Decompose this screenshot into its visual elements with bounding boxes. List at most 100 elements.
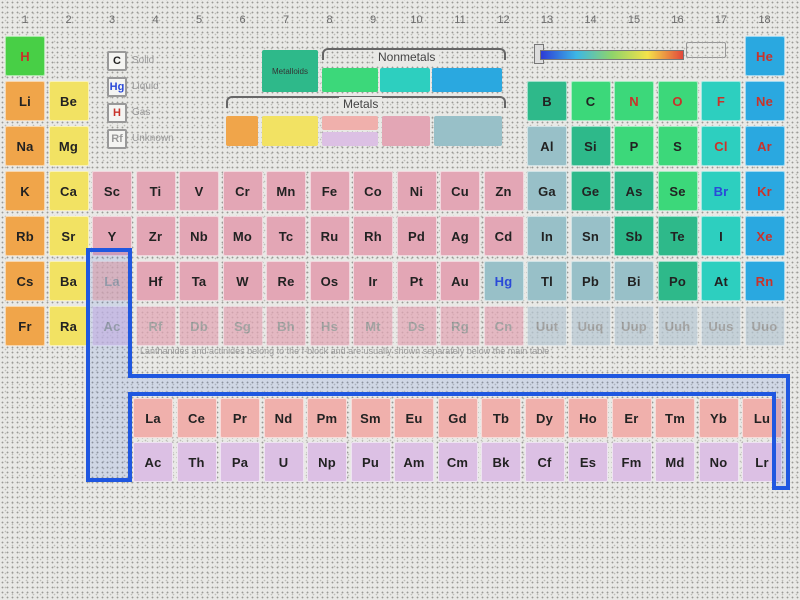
element-tc[interactable]: Tc xyxy=(266,216,306,256)
element-rf[interactable]: Rf xyxy=(135,306,176,346)
element-li[interactable]: Li xyxy=(5,81,45,121)
element-ru[interactable]: Ru xyxy=(309,216,350,256)
category-transition-metals[interactable] xyxy=(382,116,430,146)
element-n[interactable]: N xyxy=(614,81,654,121)
element-cs[interactable]: Cs xyxy=(5,261,45,301)
element-ir[interactable]: Ir xyxy=(353,261,393,301)
category-metalloids[interactable]: Metalloids xyxy=(262,50,318,92)
element-ti[interactable]: Ti xyxy=(135,171,176,211)
element-np[interactable]: Np xyxy=(307,442,347,482)
element-mt[interactable]: Mt xyxy=(353,306,393,346)
element-pr[interactable]: Pr xyxy=(220,398,260,438)
element-lr[interactable]: Lr xyxy=(742,442,782,482)
category-post-transition[interactable] xyxy=(434,116,502,146)
element-hs[interactable]: Hs xyxy=(309,306,350,346)
element-cl[interactable]: Cl xyxy=(701,126,741,166)
element-ce[interactable]: Ce xyxy=(176,398,217,438)
element-rh[interactable]: Rh xyxy=(353,216,393,256)
element-tb[interactable]: Tb xyxy=(481,398,521,438)
element-sc[interactable]: Sc xyxy=(92,171,132,211)
category-lanthanides[interactable] xyxy=(322,116,378,130)
element-ar[interactable]: Ar xyxy=(744,126,785,166)
element-pm[interactable]: Pm xyxy=(307,398,347,438)
element-th[interactable]: Th xyxy=(176,442,217,482)
element-sn[interactable]: Sn xyxy=(570,216,611,256)
category-halogens[interactable] xyxy=(380,68,430,92)
element-cf[interactable]: Cf xyxy=(524,442,565,482)
temperature-slider[interactable] xyxy=(540,50,684,60)
element-eu[interactable]: Eu xyxy=(394,398,434,438)
element-br[interactable]: Br xyxy=(701,171,741,211)
element-yb[interactable]: Yb xyxy=(698,398,739,438)
element-w[interactable]: W xyxy=(222,261,263,301)
element-uuo[interactable]: Uuo xyxy=(744,306,785,346)
element-es[interactable]: Es xyxy=(568,442,608,482)
category-other-nonmetals[interactable] xyxy=(322,68,378,92)
element-bk[interactable]: Bk xyxy=(481,442,521,482)
element-i[interactable]: I xyxy=(701,216,741,256)
element-ga[interactable]: Ga xyxy=(527,171,567,211)
element-md[interactable]: Md xyxy=(655,442,695,482)
element-si[interactable]: Si xyxy=(570,126,611,166)
element-ho[interactable]: Ho xyxy=(568,398,608,438)
element-b[interactable]: B xyxy=(527,81,567,121)
element-pa[interactable]: Pa xyxy=(220,442,260,482)
element-cn[interactable]: Cn xyxy=(483,306,524,346)
element-uut[interactable]: Uut xyxy=(527,306,567,346)
element-ac[interactable]: Ac xyxy=(92,306,132,346)
element-rb[interactable]: Rb xyxy=(5,216,45,256)
element-uup[interactable]: Uup xyxy=(614,306,654,346)
element-ds[interactable]: Ds xyxy=(396,306,437,346)
element-uuq[interactable]: Uuq xyxy=(570,306,611,346)
element-uuh[interactable]: Uuh xyxy=(657,306,698,346)
element-h[interactable]: H xyxy=(5,36,45,76)
element-no[interactable]: No xyxy=(698,442,739,482)
element-he[interactable]: He xyxy=(744,36,785,76)
legend-key-liquid[interactable]: Hg xyxy=(107,77,127,97)
element-p[interactable]: P xyxy=(614,126,654,166)
element-cu[interactable]: Cu xyxy=(440,171,480,211)
element-tl[interactable]: Tl xyxy=(527,261,567,301)
element-cr[interactable]: Cr xyxy=(222,171,263,211)
category-alkaline-earth[interactable] xyxy=(262,116,318,146)
element-ac[interactable]: Ac xyxy=(133,442,173,482)
legend-key-solid[interactable]: C xyxy=(107,51,127,71)
element-be[interactable]: Be xyxy=(48,81,89,121)
element-v[interactable]: V xyxy=(179,171,219,211)
element-lu[interactable]: Lu xyxy=(742,398,782,438)
element-y[interactable]: Y xyxy=(92,216,132,256)
element-fe[interactable]: Fe xyxy=(309,171,350,211)
legend-key-unknown[interactable]: Rf xyxy=(107,129,127,149)
element-nb[interactable]: Nb xyxy=(179,216,219,256)
element-nd[interactable]: Nd xyxy=(263,398,304,438)
element-al[interactable]: Al xyxy=(527,126,567,166)
element-pb[interactable]: Pb xyxy=(570,261,611,301)
element-sm[interactable]: Sm xyxy=(350,398,391,438)
element-pd[interactable]: Pd xyxy=(396,216,437,256)
element-te[interactable]: Te xyxy=(657,216,698,256)
element-mn[interactable]: Mn xyxy=(266,171,306,211)
element-zn[interactable]: Zn xyxy=(483,171,524,211)
element-mg[interactable]: Mg xyxy=(48,126,89,166)
element-as[interactable]: As xyxy=(614,171,654,211)
element-c[interactable]: C xyxy=(570,81,611,121)
element-kr[interactable]: Kr xyxy=(744,171,785,211)
temperature-readout[interactable] xyxy=(686,42,726,58)
element-ca[interactable]: Ca xyxy=(48,171,89,211)
element-po[interactable]: Po xyxy=(657,261,698,301)
element-s[interactable]: S xyxy=(657,126,698,166)
element-tm[interactable]: Tm xyxy=(655,398,695,438)
element-rg[interactable]: Rg xyxy=(440,306,480,346)
element-in[interactable]: In xyxy=(527,216,567,256)
element-sg[interactable]: Sg xyxy=(222,306,263,346)
element-se[interactable]: Se xyxy=(657,171,698,211)
element-bi[interactable]: Bi xyxy=(614,261,654,301)
category-noble-gases[interactable] xyxy=(432,68,502,92)
element-la[interactable]: La xyxy=(92,261,132,301)
element-cm[interactable]: Cm xyxy=(437,442,478,482)
element-mo[interactable]: Mo xyxy=(222,216,263,256)
element-rn[interactable]: Rn xyxy=(744,261,785,301)
element-at[interactable]: At xyxy=(701,261,741,301)
element-fm[interactable]: Fm xyxy=(611,442,652,482)
element-sr[interactable]: Sr xyxy=(48,216,89,256)
